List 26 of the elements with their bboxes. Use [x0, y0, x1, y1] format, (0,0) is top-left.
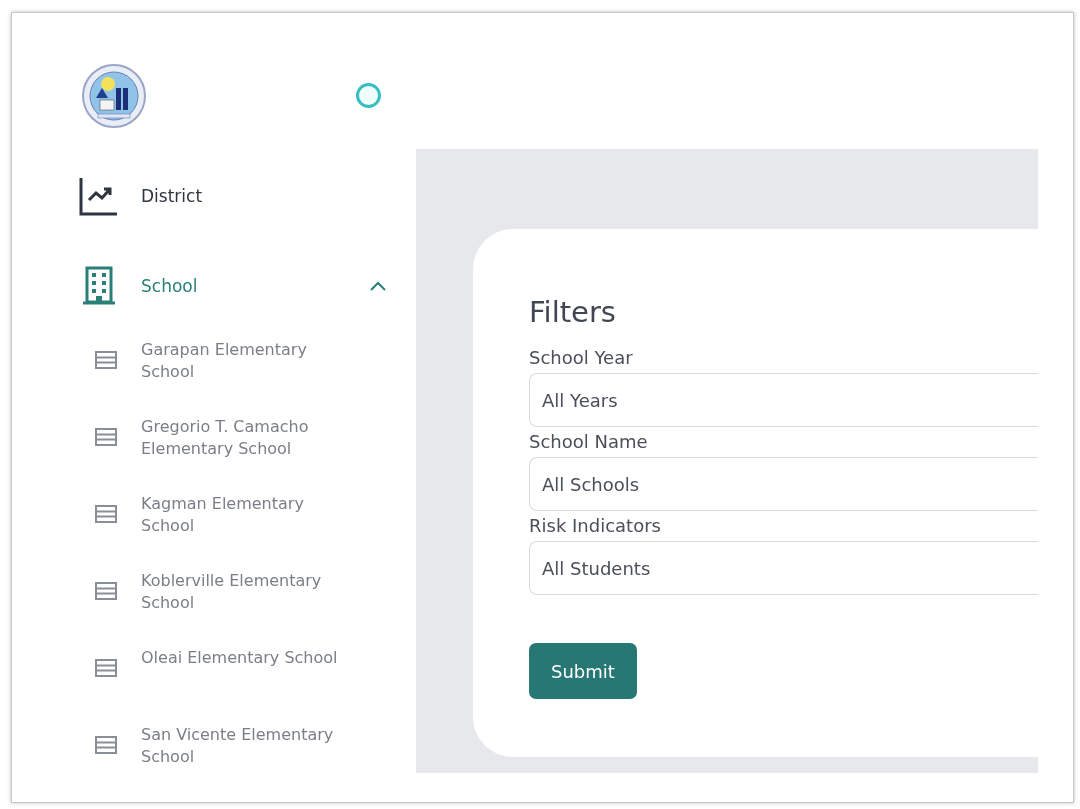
- nav-item[interactable]: District: [79, 176, 386, 216]
- list-icon: [95, 351, 117, 369]
- field-label: Risk Indicators: [529, 514, 662, 538]
- list-icon: [95, 505, 117, 523]
- list-icon: [95, 736, 117, 754]
- school-link[interactable]: Oleai Elementary School: [141, 647, 351, 669]
- school-link[interactable]: San Vicente Elementary School: [141, 724, 351, 768]
- field-label: School Year: [529, 346, 634, 370]
- school-link[interactable]: Koblerville Elementary School: [141, 570, 351, 614]
- submit-button[interactable]: Submit: [529, 643, 637, 699]
- nav-item[interactable]: School: [79, 266, 386, 306]
- list-icon: [95, 582, 117, 600]
- seal-logo-icon: [82, 63, 146, 128]
- line-chart-icon: [79, 176, 119, 216]
- sidebar-toggle[interactable]: [356, 83, 381, 108]
- dropdown-field[interactable]: All Students: [529, 541, 1038, 595]
- field-label: School Name: [529, 430, 649, 454]
- list-icon: [95, 428, 117, 446]
- school-link[interactable]: Kagman Elementary School: [141, 493, 351, 537]
- school-link[interactable]: Gregorio T. Camacho Elementary School: [141, 416, 351, 460]
- filters-title: Filters: [529, 295, 617, 329]
- school-link[interactable]: Garapan Elementary School: [141, 339, 351, 383]
- dropdown-field[interactable]: All Years: [529, 373, 1038, 427]
- chevron-up-icon[interactable]: [370, 281, 386, 291]
- dropdown-field[interactable]: All Schools: [529, 457, 1038, 511]
- list-icon: [95, 659, 117, 677]
